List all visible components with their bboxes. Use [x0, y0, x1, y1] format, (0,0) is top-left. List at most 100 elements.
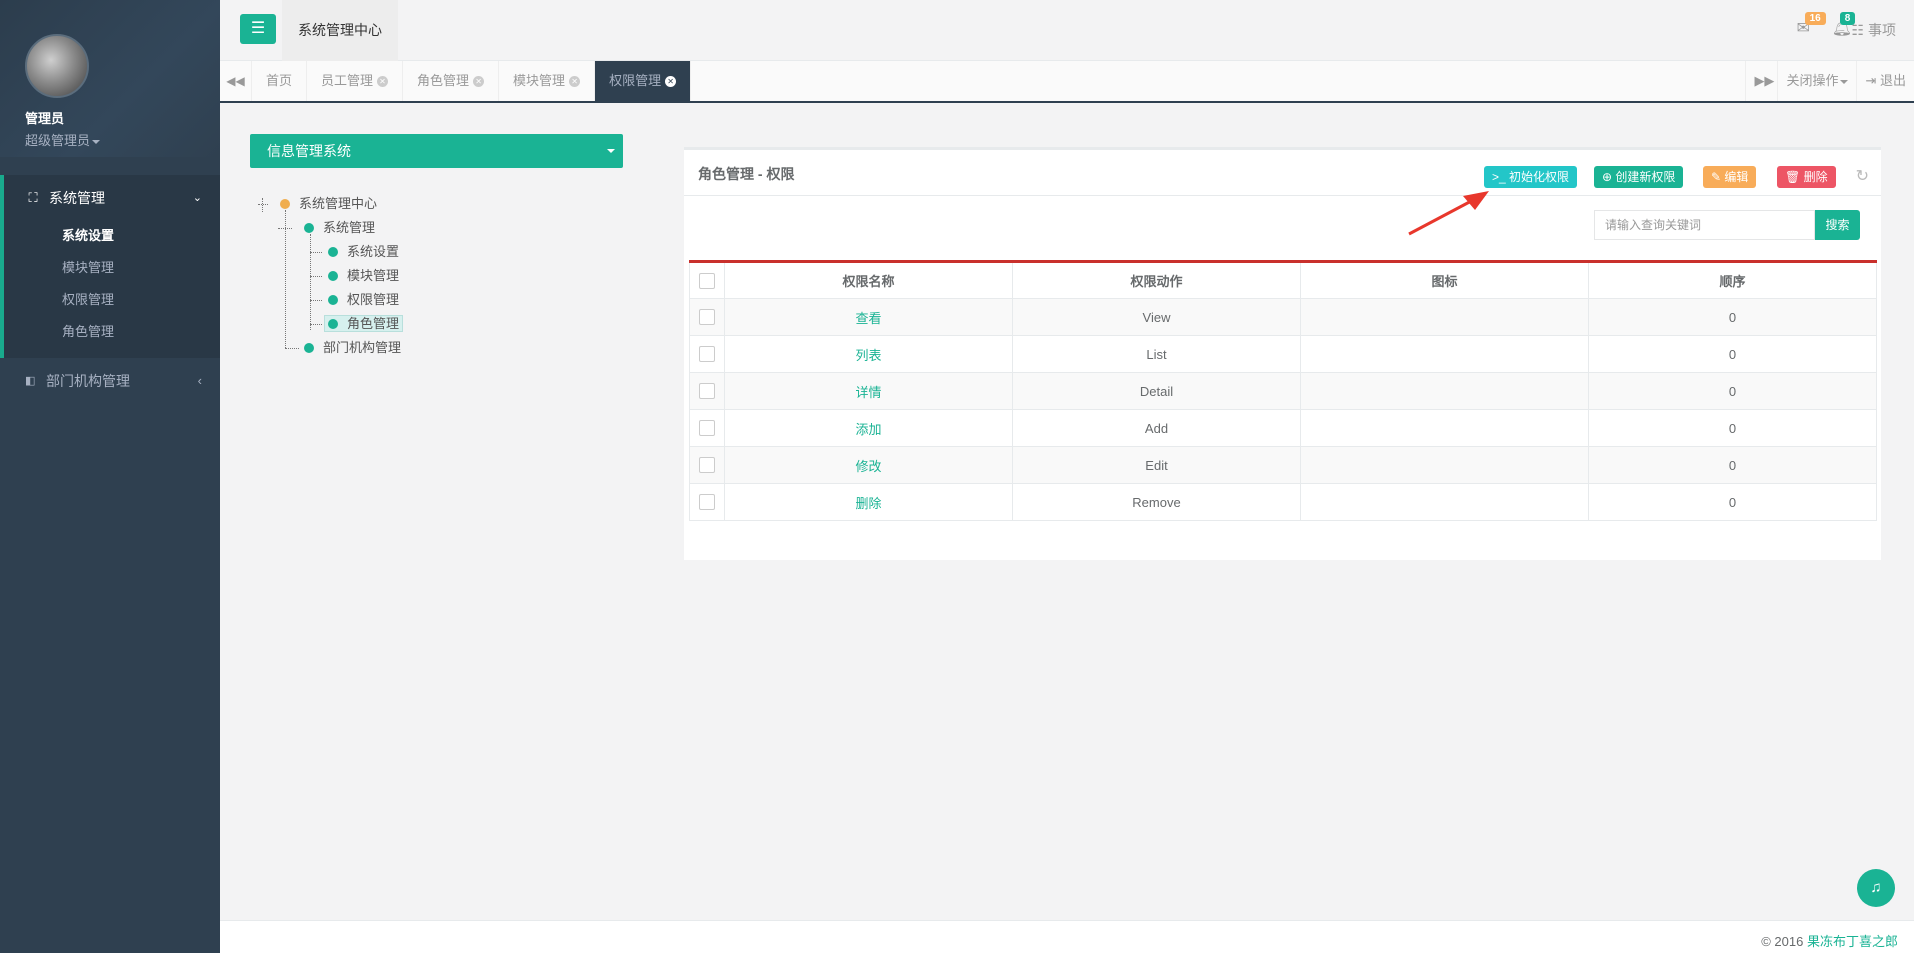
tree-node-dot	[328, 270, 338, 281]
tab-module-management[interactable]: 模块管理 ✕	[499, 61, 596, 101]
row-checkbox-cell	[689, 483, 725, 521]
sitemap-icon: ⛶	[28, 189, 38, 205]
tab-role-management[interactable]: 角色管理 ✕	[403, 61, 500, 101]
row-checkbox[interactable]	[699, 457, 715, 474]
close-icon[interactable]: ✕	[377, 76, 389, 88]
tree-node-role-management[interactable]: 角色管理	[324, 314, 404, 334]
permission-name-link[interactable]: 详情	[724, 372, 1013, 410]
row-checkbox-cell	[689, 409, 725, 447]
select-all-checkbox[interactable]	[699, 272, 715, 289]
system-select-dropdown[interactable]: 信息管理系统	[250, 134, 623, 168]
table-row[interactable]: 删除 Remove 0	[689, 483, 1877, 521]
tree-node-permission-management[interactable]: 权限管理	[328, 290, 399, 310]
top-header: ☰ 系统管理中心 ✉ 16 🔔︎ 8 ☷ 事项	[220, 0, 1914, 61]
permission-action: Remove	[1012, 483, 1301, 521]
avatar[interactable]	[25, 34, 89, 98]
permission-name-link[interactable]: 删除	[724, 483, 1013, 521]
tab-employee-management[interactable]: 员工管理 ✕	[307, 61, 404, 101]
tab-home[interactable]: 首页	[252, 61, 308, 101]
permission-action: Add	[1012, 409, 1301, 447]
tree-node-root[interactable]: 系统管理中心	[280, 194, 377, 214]
permission-order: 0	[1588, 335, 1877, 373]
notification-button[interactable]: 🔔︎ 8	[1832, 12, 1856, 38]
create-permission-button[interactable]: ⊕ 创建新权限	[1594, 166, 1684, 188]
delete-button[interactable]: 🗑︎ 删除	[1777, 166, 1836, 188]
tabs-scroll-left-button[interactable]: ◀◀	[220, 61, 252, 101]
search-button[interactable]: 搜索	[1815, 210, 1860, 240]
close-operations-dropdown[interactable]: 关闭操作	[1777, 61, 1856, 101]
tree-connector	[258, 204, 268, 205]
nav-sub-permission-management[interactable]: 权限管理	[4, 284, 220, 316]
delete-label: 删除	[1803, 170, 1828, 184]
tabs-scroll-right-button[interactable]: ▶▶	[1745, 61, 1777, 101]
select-all-cell	[689, 261, 725, 299]
terminal-icon: >_	[1492, 170, 1510, 184]
row-checkbox[interactable]	[699, 383, 715, 400]
tab-label: 员工管理	[321, 73, 374, 88]
footer-brand-link[interactable]: 果冻布丁喜之郎	[1807, 934, 1898, 949]
tree-connector	[278, 228, 292, 229]
annotation-arrow-icon	[1408, 191, 1489, 236]
tree-node-module-management[interactable]: 模块管理	[328, 266, 399, 286]
permission-action: Edit	[1012, 446, 1301, 484]
tree-node-label: 系统管理中心	[299, 196, 378, 211]
logout-button[interactable]: ⇥ 退出	[1856, 61, 1914, 101]
music-player-button[interactable]: ♫	[1857, 869, 1895, 907]
tab-label: 权限管理	[609, 73, 662, 88]
table-row[interactable]: 列表 List 0	[689, 335, 1877, 373]
edit-button[interactable]: ✎ 编辑	[1703, 166, 1757, 188]
tab-label: 模块管理	[513, 73, 566, 88]
row-checkbox[interactable]	[699, 494, 715, 511]
nav-sub-role-management[interactable]: 角色管理	[4, 316, 220, 348]
tree-connector	[310, 234, 311, 330]
tree-node-label: 模块管理	[347, 268, 400, 283]
todo-button[interactable]: ☷ 事项	[1852, 20, 1896, 40]
tree-node-system-management[interactable]: 系统管理	[304, 218, 375, 238]
col-order[interactable]: 顺序	[1588, 261, 1877, 299]
col-permission-name[interactable]: 权限名称	[724, 261, 1013, 299]
caret-down-icon	[607, 149, 615, 153]
forward-icon: ▶▶	[1754, 73, 1775, 88]
col-permission-action[interactable]: 权限动作	[1012, 261, 1301, 299]
permission-name-link[interactable]: 添加	[724, 409, 1013, 447]
permission-name-link[interactable]: 查看	[724, 298, 1013, 336]
row-checkbox[interactable]	[699, 309, 715, 326]
permission-icon	[1300, 335, 1589, 373]
todo-label: 事项	[1868, 22, 1896, 38]
search-input[interactable]: 请输入查询关键词	[1594, 210, 1815, 240]
permission-icon	[1300, 483, 1589, 521]
row-checkbox[interactable]	[699, 420, 715, 437]
nav-department-management[interactable]: ◧ 部门机构管理 ‹	[0, 358, 220, 403]
init-permissions-button[interactable]: >_ 初始化权限	[1484, 166, 1578, 188]
music-icon: ♫	[1870, 879, 1882, 896]
tree-node-dot	[328, 246, 338, 257]
refresh-icon[interactable]: ↻	[1856, 166, 1869, 186]
mail-button[interactable]: ✉ 16	[1797, 12, 1826, 38]
table-row[interactable]: 添加 Add 0	[689, 409, 1877, 447]
menu-icon: ☰	[250, 20, 266, 37]
nav-sub-system-settings[interactable]: 系统设置	[4, 220, 220, 252]
user-role-dropdown[interactable]: 超级管理员	[25, 130, 220, 149]
tree-connector	[310, 300, 322, 301]
close-icon[interactable]: ✕	[569, 76, 581, 88]
permission-name-link[interactable]: 修改	[724, 446, 1013, 484]
menu-toggle-button[interactable]: ☰	[240, 14, 276, 44]
table-row[interactable]: 详情 Detail 0	[689, 372, 1877, 410]
user-role-label: 超级管理员	[25, 133, 91, 148]
close-icon[interactable]: ✕	[473, 76, 485, 88]
nav-system-management[interactable]: ⛶ 系统管理 ⌄	[4, 175, 220, 220]
tree-node-selected: 角色管理	[324, 315, 404, 332]
table-row[interactable]: 修改 Edit 0	[689, 446, 1877, 484]
permission-name-link[interactable]: 列表	[724, 335, 1013, 373]
chevron-left-icon: ‹	[197, 373, 202, 388]
row-checkbox[interactable]	[699, 346, 715, 363]
tree-node-dot	[328, 318, 338, 329]
table-row[interactable]: 查看 View 0	[689, 298, 1877, 336]
close-icon[interactable]: ✕	[665, 76, 677, 88]
col-icon[interactable]: 图标	[1300, 261, 1589, 299]
tree-node-department-management[interactable]: 部门机构管理	[304, 338, 401, 358]
tab-permission-management[interactable]: 权限管理 ✕	[595, 61, 692, 101]
system-title: 系统管理中心	[282, 0, 398, 61]
tree-node-system-settings[interactable]: 系统设置	[328, 242, 399, 262]
nav-sub-module-management[interactable]: 模块管理	[4, 252, 220, 284]
